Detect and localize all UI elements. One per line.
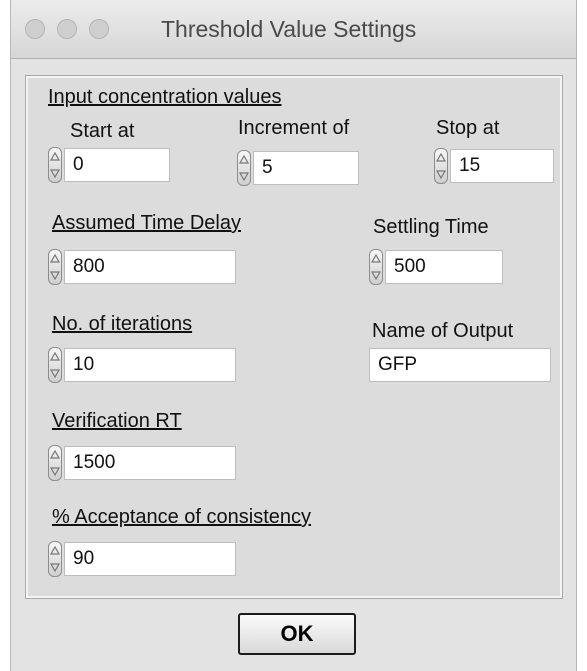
verification-rt-spinner-icon[interactable] — [48, 445, 62, 481]
stop-at-label: Stop at — [436, 117, 500, 139]
verification-rt-label: Verification RT — [52, 410, 182, 432]
acceptance-consistency-label: % Acceptance of consistency — [52, 506, 312, 528]
start-at-input[interactable]: 0 — [64, 148, 170, 182]
iterations-spinner-icon[interactable] — [48, 347, 62, 383]
verification-rt-input[interactable]: 1500 — [64, 446, 236, 480]
increment-of-spinner-icon[interactable] — [237, 150, 251, 186]
start-at-label: Start at — [70, 120, 135, 142]
settling-time-label: Settling Time — [373, 216, 489, 238]
settling-time-input[interactable]: 500 — [385, 250, 503, 284]
assumed-time-delay-label: Assumed Time Delay — [52, 212, 241, 234]
iterations-input[interactable]: 10 — [64, 348, 236, 382]
minimize-window-button[interactable] — [57, 19, 77, 39]
settling-time-spinner-icon[interactable] — [369, 249, 383, 285]
window-title: Threshold Value Settings — [161, 16, 417, 42]
title-bar[interactable]: Threshold Value Settings — [11, 0, 576, 59]
input-concentration-heading: Input concentration values — [48, 86, 282, 108]
increment-of-input[interactable]: 5 — [253, 151, 359, 185]
time-delay-spinner-icon[interactable] — [48, 249, 62, 285]
ok-button[interactable]: OK — [238, 613, 356, 655]
close-window-button[interactable] — [25, 19, 45, 39]
acceptance-consistency-input[interactable]: 90 — [64, 542, 236, 576]
start-at-spinner-icon[interactable] — [48, 147, 62, 183]
assumed-time-delay-input[interactable]: 800 — [64, 250, 236, 284]
name-of-output-input[interactable]: GFP — [369, 348, 551, 382]
iterations-label: No. of iterations — [52, 313, 193, 335]
increment-of-label: Increment of — [238, 117, 350, 139]
stop-at-input[interactable]: 15 — [450, 149, 554, 183]
stop-at-spinner-icon[interactable] — [434, 148, 448, 184]
zoom-window-button[interactable] — [89, 19, 109, 39]
name-of-output-label: Name of Output — [372, 320, 514, 342]
acceptance-spinner-icon[interactable] — [48, 541, 62, 577]
